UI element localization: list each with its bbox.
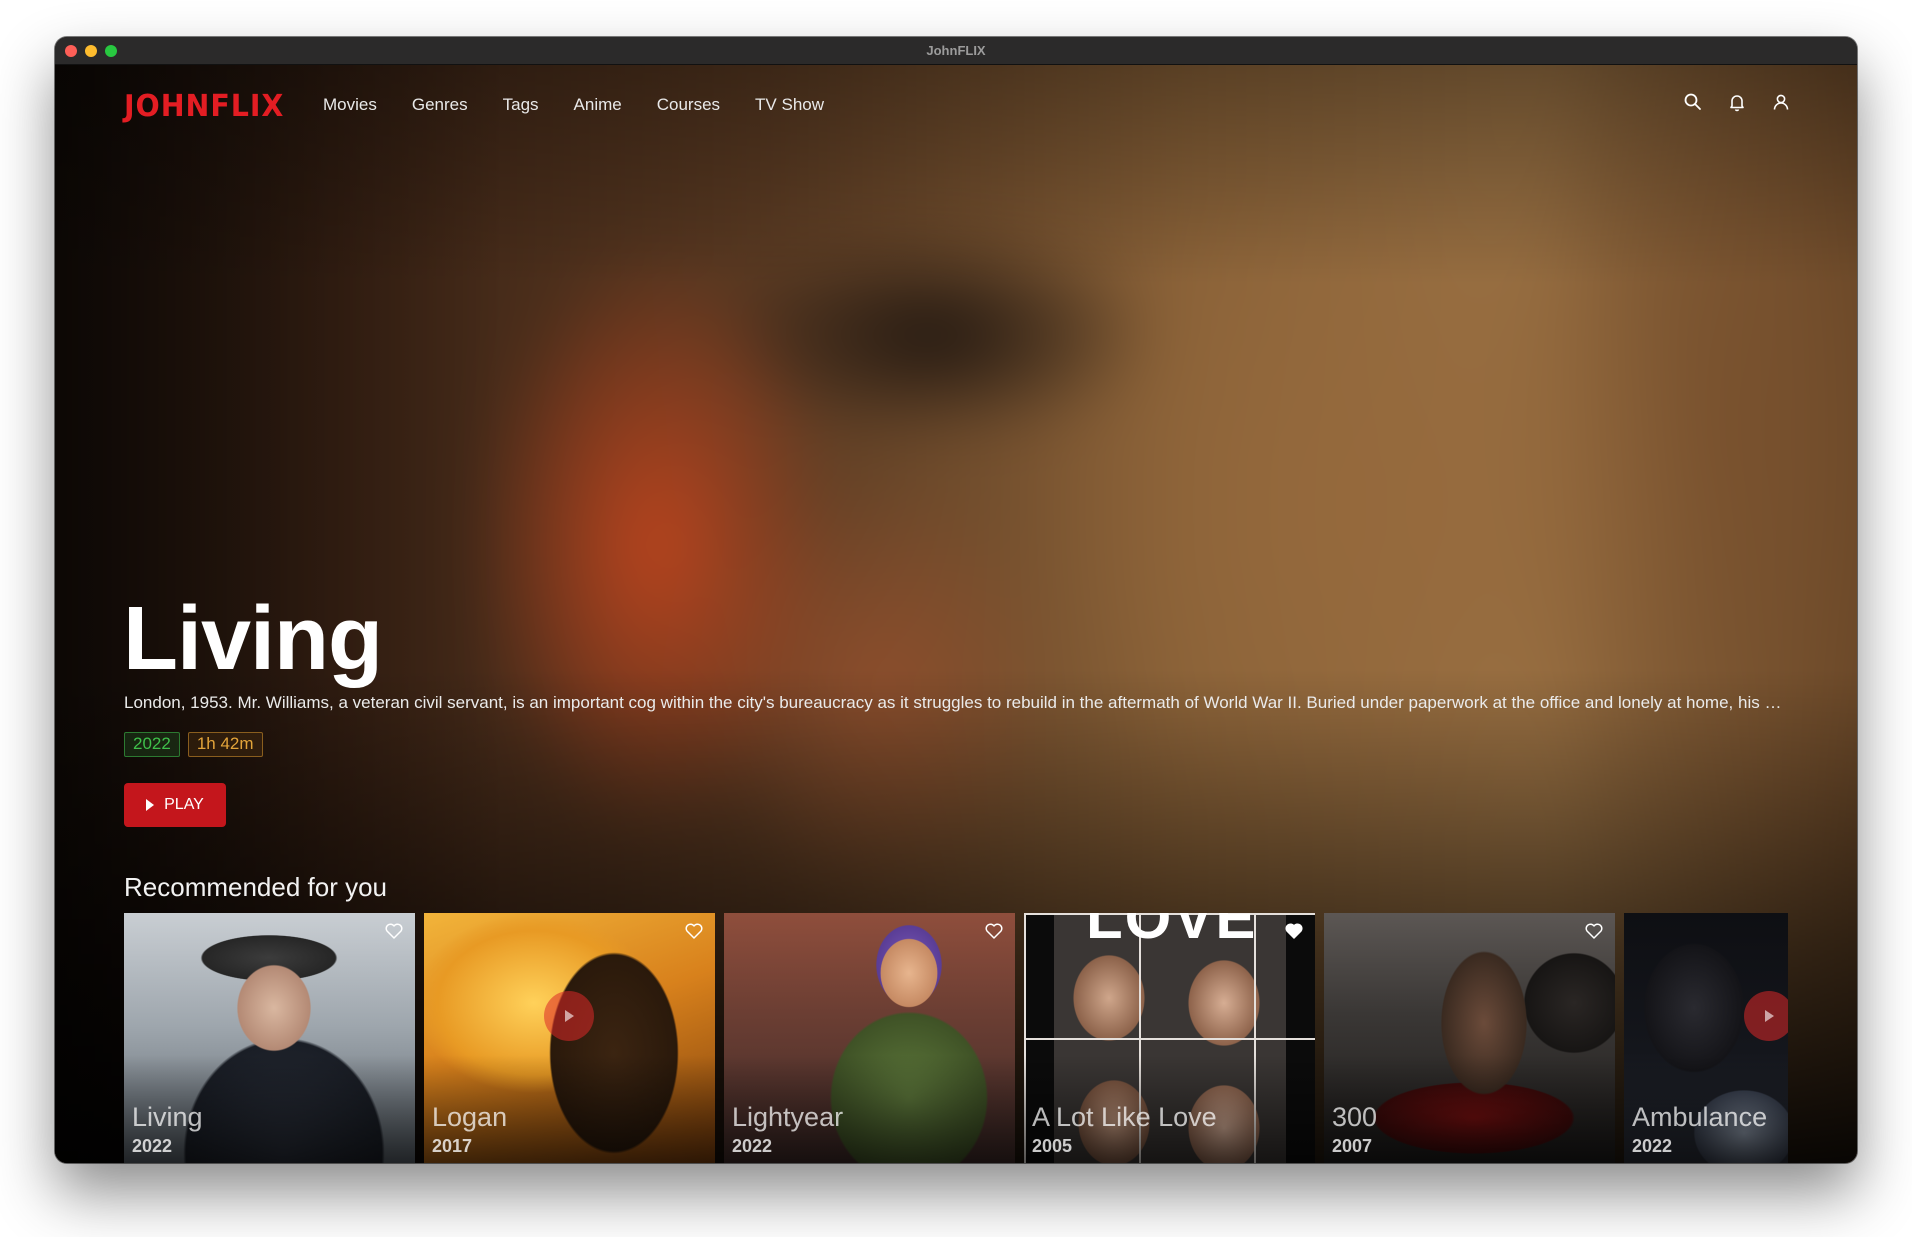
movie-title: A Lot Like Love: [1032, 1102, 1217, 1132]
play-button-label: PLAY: [164, 796, 204, 813]
movie-year: 2007: [1332, 1136, 1373, 1156]
play-button[interactable]: PLAY: [124, 783, 226, 827]
duration-badge: 1h 42m: [187, 732, 263, 757]
search-icon[interactable]: [1683, 92, 1703, 112]
movie-year: 2005: [1032, 1136, 1073, 1156]
movie-card-logan[interactable]: Logan 2017: [424, 913, 715, 1163]
recommended-row: Living 2022 Logan 2017 Lightyear 2022 LO…: [124, 913, 1788, 1163]
top-navigation: JOHNFLIX Movies Genres Tags Anime Course…: [55, 65, 1857, 153]
nav-item-movies[interactable]: Movies: [323, 95, 377, 115]
nav-item-genres[interactable]: Genres: [412, 95, 468, 115]
heart-icon[interactable]: [1285, 923, 1303, 939]
main-menu: Movies Genres Tags Anime Courses TV Show: [323, 95, 859, 115]
app-window: JohnFLIX JOHNFLIX Movies Genres Tags Ani…: [55, 37, 1857, 1163]
nav-actions: [1683, 92, 1791, 112]
hero-title: Living: [123, 589, 383, 689]
maximize-window-button[interactable]: [105, 45, 117, 57]
play-icon: [146, 799, 155, 811]
card-play-button[interactable]: [544, 991, 594, 1041]
title-bar: JohnFLIX: [55, 37, 1857, 65]
section-title-recommended: Recommended for you: [124, 872, 388, 902]
nav-item-tags[interactable]: Tags: [503, 95, 539, 115]
nav-item-tv-show[interactable]: TV Show: [755, 95, 824, 115]
page: JOHNFLIX Movies Genres Tags Anime Course…: [55, 65, 1857, 1163]
movie-card-living[interactable]: Living 2022: [124, 913, 415, 1163]
nav-item-courses[interactable]: Courses: [657, 95, 720, 115]
movie-card-300[interactable]: 300 2007: [1324, 913, 1615, 1163]
movie-year: 2017: [432, 1136, 473, 1156]
movie-card-ambulance[interactable]: Ambulance 2022: [1624, 913, 1788, 1163]
heart-icon[interactable]: [1585, 923, 1603, 939]
movie-title: Logan: [432, 1102, 508, 1132]
poster-art-text: LOVE: [1086, 913, 1258, 951]
window-title: JohnFLIX: [926, 43, 986, 58]
play-icon: [564, 1010, 574, 1022]
play-icon: [1764, 1010, 1774, 1022]
hero-meta: 2022 1h 42m: [124, 732, 263, 757]
movie-year: 2022: [732, 1136, 773, 1156]
heart-icon[interactable]: [685, 923, 703, 939]
movie-title: Ambulance: [1632, 1102, 1768, 1132]
year-badge: 2022: [124, 732, 180, 757]
hero-description: London, 1953. Mr. Williams, a veteran ci…: [124, 693, 1784, 712]
heart-icon[interactable]: [385, 923, 403, 939]
movie-year: 2022: [1632, 1136, 1673, 1156]
johnflix-logo[interactable]: JOHNFLIX: [124, 89, 284, 124]
heart-icon[interactable]: [985, 923, 1003, 939]
close-window-button[interactable]: [65, 45, 77, 57]
user-icon[interactable]: [1771, 92, 1791, 112]
movie-title: 300: [1332, 1102, 1378, 1132]
card-play-button[interactable]: [1744, 991, 1788, 1041]
movie-title: Living: [132, 1102, 203, 1132]
window-controls: [65, 45, 117, 57]
movie-card-lightyear[interactable]: Lightyear 2022: [724, 913, 1015, 1163]
movie-year: 2022: [132, 1136, 173, 1156]
bell-icon[interactable]: [1727, 92, 1747, 112]
minimize-window-button[interactable]: [85, 45, 97, 57]
movie-title: Lightyear: [732, 1102, 844, 1132]
nav-item-anime[interactable]: Anime: [574, 95, 622, 115]
movie-card-a-lot-like-love[interactable]: LOVE A Lot Like Love 2005: [1024, 913, 1315, 1163]
